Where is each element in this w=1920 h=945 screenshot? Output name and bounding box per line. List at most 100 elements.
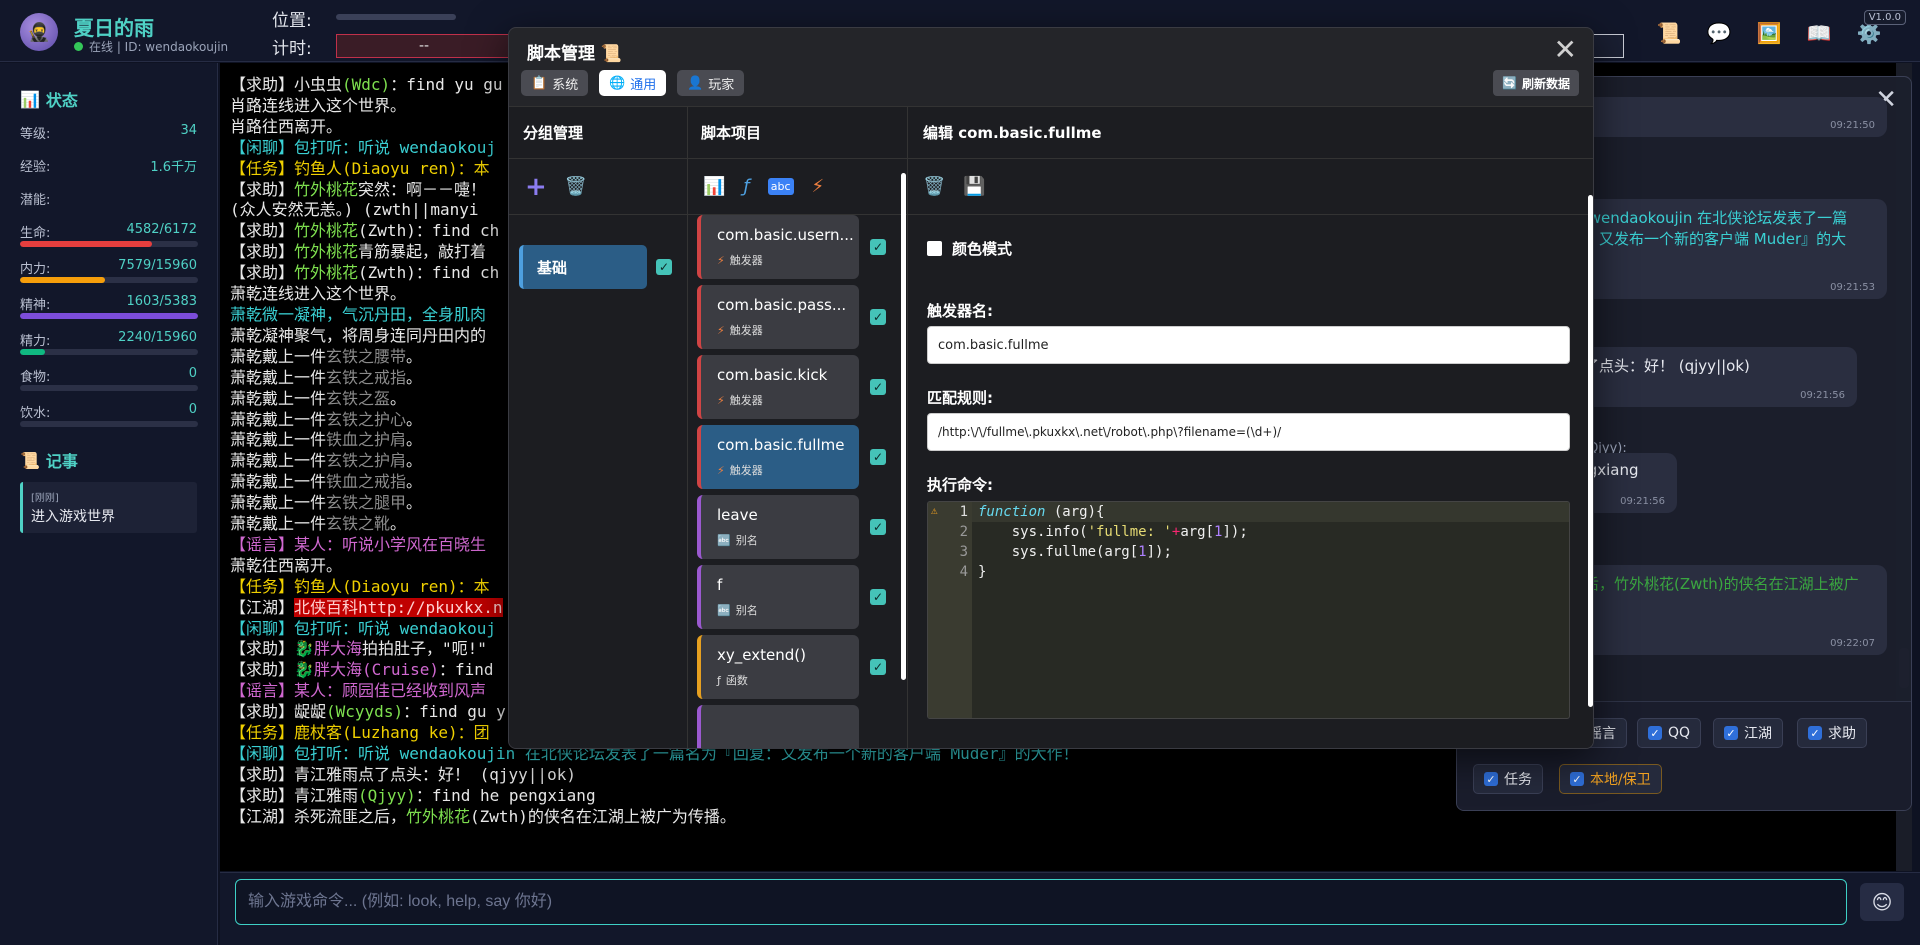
script-item[interactable]: com.basic.usern... ⚡ 触发器	[697, 215, 859, 279]
terminal-segment: ：find yu gu	[390, 75, 503, 94]
tab-icon: 👤	[687, 75, 704, 91]
terminal-segment: 萧乾往西离开。	[230, 555, 343, 575]
script-checkbox[interactable]: ✓	[870, 379, 886, 395]
check-icon: ✓	[1808, 726, 1822, 740]
rule-label: 匹配规则:	[927, 389, 993, 407]
script-name: com.basic.kick	[717, 366, 828, 384]
trigger-name-input[interactable]	[927, 326, 1570, 364]
log-entry: [刚刚] 进入游戏世界	[20, 482, 197, 533]
script-type: 🔤 别名	[717, 532, 859, 548]
script-item[interactable]: com.basic.fullme ⚡ 触发器	[697, 425, 859, 489]
script-item[interactable]: com.basic.pass... ⚡ 触发器	[697, 285, 859, 349]
stat-bar-fill	[20, 349, 45, 355]
trash-icon[interactable]: 🗑️	[565, 176, 587, 197]
stat-value: 0	[188, 366, 197, 381]
trash-icon[interactable]: 🗑️	[923, 176, 945, 197]
timer-display: --	[336, 34, 512, 58]
terminal-segment: 。	[406, 493, 423, 513]
command-input[interactable]	[235, 879, 1847, 925]
lightning-icon[interactable]: ⚡	[812, 176, 825, 197]
group-toolbar: + 🗑️	[509, 159, 687, 215]
script-item[interactable]: com.basic.kick ⚡ 触发器	[697, 355, 859, 419]
terminal-segment[interactable]: 北侠百科http://pkuxkx.n	[294, 597, 503, 617]
script-checkbox[interactable]: ✓	[870, 309, 886, 325]
terminal-segment: 萧乾戴上一件	[230, 367, 327, 387]
chat-filter-1[interactable]: ✓ QQ	[1637, 718, 1702, 748]
terminal-segment: 。	[406, 409, 423, 429]
chat-filter-2[interactable]: ✓ 江湖	[1713, 718, 1783, 748]
script-checkbox[interactable]: ✓	[870, 449, 886, 465]
stat-value: 4582/6172	[126, 222, 197, 237]
stat-value: 2240/15960	[118, 330, 197, 345]
function-icon[interactable]: ƒ	[743, 176, 749, 197]
left-panel: 📊 状态 等级: 34 经验: 1.6千万 潜能: 生命: 4582/6172 内力: 7579/…	[0, 63, 218, 945]
group-item[interactable]: 基础	[519, 245, 647, 289]
terminal-segment: 【求助】	[230, 639, 295, 659]
stat-row: 精神: 1603/5383	[20, 286, 198, 322]
stat-label: 等级:	[20, 127, 51, 142]
chat-bubble: 09:21:50	[1557, 97, 1887, 137]
terminal-segment: 玄铁之靴	[326, 514, 391, 534]
avatar-icon: 🥷	[27, 21, 51, 43]
image-icon[interactable]: 🖼️	[1756, 20, 1782, 46]
editor-scrollbar[interactable]	[1588, 195, 1593, 707]
chat-filter-3[interactable]: ✓ 求助	[1797, 718, 1867, 748]
terminal-segment: 竹外桃花	[294, 179, 359, 199]
tab-1[interactable]: 🌐 通用	[599, 70, 667, 96]
stat-row: 生命: 4582/6172	[20, 214, 198, 250]
stat-bar	[20, 421, 198, 427]
list-scrollbar[interactable]	[901, 173, 906, 680]
code-editor[interactable]: 1234 ⚠ function (arg){ sys.info('fullme:…	[927, 501, 1570, 719]
script-checkbox[interactable]: ✓	[870, 659, 886, 675]
group-checkbox[interactable]: ✓	[656, 259, 672, 275]
terminal-segment: 。	[406, 472, 423, 492]
location-label: 位置:	[272, 11, 312, 31]
log-entry-text: 进入游戏世界	[31, 509, 115, 525]
color-mode-checkbox[interactable]	[927, 241, 942, 256]
abc-icon[interactable]: abc	[767, 178, 794, 195]
save-icon[interactable]: 💾	[963, 176, 985, 197]
check-icon: ✓	[1484, 772, 1498, 786]
terminal-segment: 突然：啊－－嚏！	[358, 179, 487, 199]
script-item[interactable]: leave 🔤 别名	[697, 495, 859, 559]
log-title-text: 记事	[45, 452, 78, 471]
add-icon[interactable]: +	[525, 172, 547, 202]
script-item[interactable]: f 🔤 别名	[697, 565, 859, 629]
book-icon[interactable]: 📖	[1806, 20, 1832, 46]
script-manager-modal: 脚本管理 📜 ✕ 📋 系统 🌐 通用 👤 玩家 🔄 刷新数据 分组管理 脚本项目 编辑 co…	[508, 27, 1594, 749]
tab-2[interactable]: 👤 玩家	[677, 70, 745, 96]
terminal-segment: 萧乾戴上一件	[230, 346, 327, 366]
script-item-partial[interactable]	[697, 705, 859, 748]
terminal-segment: 【求助】青江雅雨点了点头：好！ (qjyy||ok)	[230, 764, 576, 784]
stat-row: 内力: 7579/15960	[20, 250, 198, 286]
terminal-segment: 【求助】	[230, 242, 295, 262]
tab-0[interactable]: 📋 系统	[521, 70, 589, 96]
line-number: 4	[959, 564, 968, 580]
script-item[interactable]: xy_extend() ƒ 函数	[697, 635, 859, 699]
scroll-icon[interactable]: 📜	[1656, 20, 1682, 46]
version-badge: V1.0.0	[1863, 10, 1906, 25]
chat-icon[interactable]: 💬	[1706, 20, 1732, 46]
chat-bubble: 点了点头：好！ (qjyy||ok) 09:21:56	[1557, 347, 1857, 407]
avatar[interactable]: 🥷	[20, 13, 58, 51]
script-type-label: 别名	[735, 534, 758, 547]
chat-filter-4[interactable]: ✓ 任务	[1473, 764, 1543, 794]
chat-time: 09:21:53	[1830, 282, 1875, 293]
close-icon[interactable]: ✕	[1554, 36, 1577, 64]
emoji-button[interactable]: 😊	[1860, 883, 1904, 921]
terminal-segment: 【任务】鹿杖客(Luzhang ke)：团	[230, 723, 490, 743]
script-checkbox[interactable]: ✓	[870, 589, 886, 605]
refresh-button[interactable]: 🔄 刷新数据	[1493, 70, 1579, 96]
terminal-segment: 拍拍肚子，"呃!"	[361, 639, 487, 659]
terminal-segment: (Wcyyds)	[326, 702, 404, 722]
chat-filter-label: 本地/保卫	[1590, 772, 1651, 788]
chat-filter-5[interactable]: ✓ 本地/保卫	[1559, 764, 1662, 794]
lightning-icon: ⚡	[717, 393, 725, 407]
match-rule-input[interactable]	[927, 413, 1570, 451]
script-checkbox[interactable]: ✓	[870, 519, 886, 535]
chart-icon[interactable]: 📊	[703, 176, 725, 197]
script-checkbox[interactable]: ✓	[870, 239, 886, 255]
script-name: f	[717, 576, 723, 594]
stat-label: 经验:	[20, 160, 51, 175]
terminal-segment: 【闲聊】包打听：听说 wendaokouj	[230, 137, 496, 157]
